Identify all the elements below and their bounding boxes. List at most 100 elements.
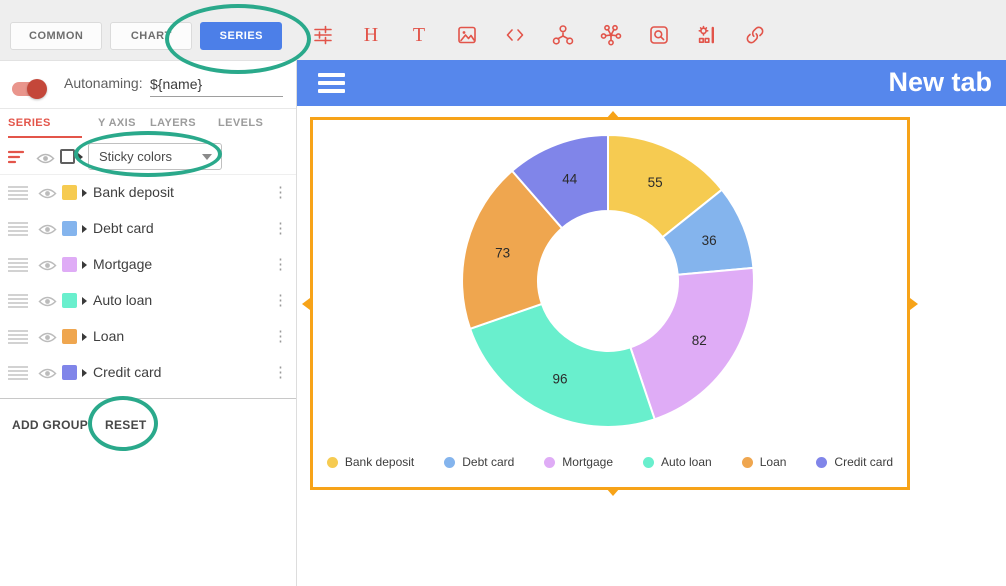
cluster-icon[interactable] [600,24,622,46]
legend-item-mortgage[interactable]: Mortgage [544,455,613,469]
series-color-swatch[interactable] [62,221,77,236]
tab-common[interactable]: COMMON [10,22,102,50]
legend-item-auto-loan[interactable]: Auto loan [643,455,712,469]
series-settings-panel: Autonaming: SERIES Y AXIS LAYERS LEVELS Sti… [0,60,297,586]
expand-caret-icon[interactable] [82,333,87,341]
panel-divider [0,398,296,399]
series-label: Credit card [93,364,161,380]
image-icon[interactable] [456,24,478,46]
reset-button[interactable]: RESET [105,418,147,432]
panel-footer: ADD GROUP RESET [0,413,296,441]
subtab-y-axis[interactable]: Y AXIS [98,117,136,129]
series-row: Bank deposit⋮ [0,175,296,211]
subtab-levels[interactable]: LEVELS [218,117,263,129]
row-menu-icon[interactable]: ⋮ [273,254,288,276]
series-label: Loan [93,328,124,344]
resize-handle-left[interactable] [302,298,310,310]
autonaming-row: Autonaming: [0,61,296,109]
legend-dot [742,457,753,468]
slice-value-label: 73 [495,245,510,260]
legend-label: Bank deposit [345,455,414,469]
insert-toolbar: HT [312,24,766,46]
visibility-eye-icon[interactable] [38,331,57,349]
code-icon[interactable] [504,24,526,46]
colors-mode-dropdown[interactable]: Sticky colors [88,143,222,170]
zoom-box-icon[interactable] [648,24,670,46]
autonaming-toggle[interactable] [12,82,44,96]
legend-dot [544,457,555,468]
row-menu-icon[interactable]: ⋮ [273,326,288,348]
subtab-layers[interactable]: LAYERS [150,117,196,129]
expand-caret-icon[interactable] [82,189,87,197]
legend-item-bank-deposit[interactable]: Bank deposit [327,455,414,469]
settings-tab-bar: COMMON CHART SERIES [10,22,282,50]
visibility-eye-icon[interactable] [38,367,57,385]
autonaming-input[interactable] [150,71,283,97]
series-color-swatch[interactable] [62,329,77,344]
series-color-swatch[interactable] [62,185,77,200]
row-menu-icon[interactable]: ⋮ [273,290,288,312]
legend-item-loan[interactable]: Loan [742,455,787,469]
legend-dot [327,457,338,468]
legend-label: Credit card [834,455,893,469]
expand-caret-icon[interactable] [82,261,87,269]
add-group-button[interactable]: ADD GROUP [12,418,88,432]
legend-dot [444,457,455,468]
link-icon[interactable] [744,24,766,46]
menu-icon[interactable] [318,73,345,93]
chevron-down-icon [202,154,212,160]
series-label: Debt card [93,220,154,236]
drag-handle-icon[interactable] [8,258,28,277]
chart-widget-selection[interactable]: 553682967344 Bank depositDebt cardMortga… [310,117,910,490]
expand-caret-icon[interactable] [82,225,87,233]
heading-icon[interactable]: H [360,24,382,46]
tab-chart[interactable]: CHART [110,22,192,50]
donut-slice-auto-loan[interactable] [470,304,655,427]
sort-filter-icon[interactable] [8,150,27,165]
resize-handle-right[interactable] [910,298,918,310]
visibility-all-icon[interactable] [36,152,55,165]
share-nodes-icon[interactable] [552,24,574,46]
row-menu-icon[interactable]: ⋮ [273,362,288,384]
toggle-knob [27,79,47,99]
series-controls-row: Sticky colors [0,141,296,175]
drag-handle-icon[interactable] [8,186,28,205]
drag-handle-icon[interactable] [8,294,28,313]
row-menu-icon[interactable]: ⋮ [273,218,288,240]
panel-subtab-bar: SERIES Y AXIS LAYERS LEVELS [0,113,296,141]
expand-caret-icon[interactable] [82,369,87,377]
series-label: Auto loan [93,292,152,308]
svg-text:T: T [413,24,425,46]
series-color-swatch[interactable] [62,293,77,308]
drag-handle-icon[interactable] [8,366,28,385]
series-row: Mortgage⋮ [0,247,296,283]
legend-item-credit-card[interactable]: Credit card [816,455,893,469]
chart-legend: Bank deposit Debt card Mortgage Auto loan Lo… [310,455,910,469]
app-window: COMMONCHARTSERIES HT [0,0,1006,586]
checkbox-caret-icon[interactable] [78,153,83,161]
autonaming-label: Autonaming: [64,75,143,91]
series-row: Credit card ⋮ [0,355,296,391]
series-color-swatch[interactable] [62,257,77,272]
sliders-icon[interactable] [312,24,334,46]
drag-handle-icon[interactable] [8,222,28,241]
legend-item-debt-card[interactable]: Debt card [444,455,514,469]
expand-caret-icon[interactable] [82,297,87,305]
row-menu-icon[interactable]: ⋮ [273,182,288,204]
tab-series[interactable]: SERIES [200,22,282,50]
slice-value-label: 82 [692,333,707,348]
visibility-eye-icon[interactable] [38,187,57,205]
donut-chart: 553682967344 [310,117,910,490]
select-all-checkbox[interactable] [60,149,75,164]
legend-label: Auto loan [661,455,712,469]
text-icon[interactable]: T [408,24,430,46]
slice-value-label: 36 [702,233,717,248]
gear-settings-icon[interactable] [696,24,718,46]
subtab-series[interactable]: SERIES [8,117,51,129]
visibility-eye-icon[interactable] [38,295,57,313]
drag-handle-icon[interactable] [8,330,28,349]
colors-mode-value: Sticky colors [99,149,172,164]
series-color-swatch[interactable] [62,365,77,380]
visibility-eye-icon[interactable] [38,259,57,277]
visibility-eye-icon[interactable] [38,223,57,241]
